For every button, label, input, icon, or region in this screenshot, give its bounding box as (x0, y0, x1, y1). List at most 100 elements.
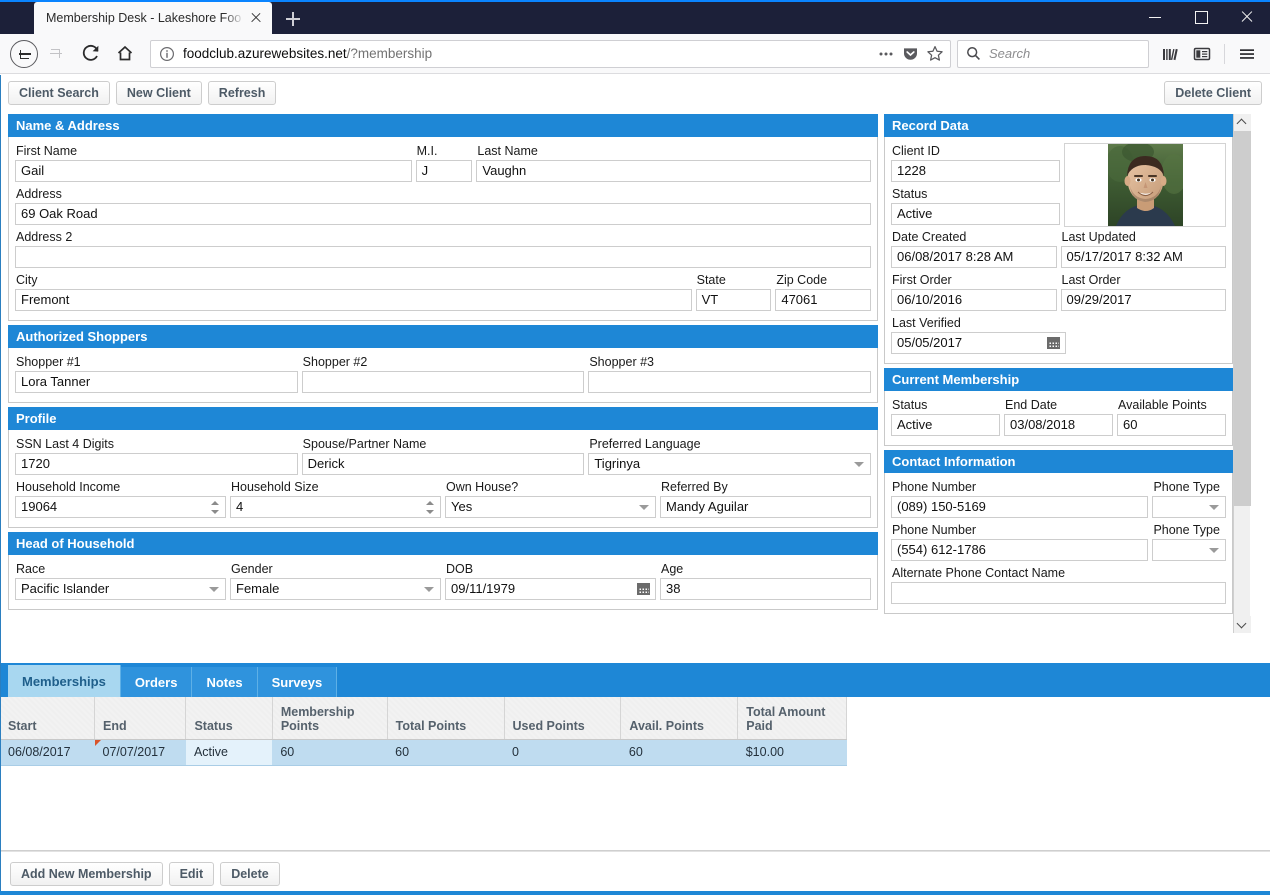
stepper-up-icon[interactable] (211, 501, 219, 505)
bookmark-star-icon[interactable] (926, 45, 944, 62)
home-button[interactable] (110, 38, 142, 70)
input-membership-status[interactable]: Active (891, 414, 1000, 436)
calendar-icon[interactable] (1047, 337, 1060, 349)
minimize-icon[interactable] (1132, 0, 1178, 34)
table-row[interactable]: 06/08/2017 07/07/2017 Active 60 60 0 60 … (0, 739, 847, 766)
section-title-authorized-shoppers: Authorized Shoppers (8, 325, 878, 348)
browser-tab[interactable]: Membership Desk - Lakeshore Foo (34, 2, 272, 34)
cell-membership-points[interactable]: 60 (272, 739, 388, 766)
cell-used-points[interactable]: 0 (504, 739, 621, 766)
maximize-icon[interactable] (1178, 0, 1224, 34)
input-shopper3[interactable] (588, 371, 872, 393)
input-ssn[interactable]: 1720 (15, 453, 298, 475)
section-head-of-household: Head of Household Race Pacific Islander (8, 532, 878, 610)
stepper-household-income[interactable]: 19064 (15, 496, 226, 518)
input-alt-contact-name[interactable] (891, 582, 1226, 604)
url-bar[interactable]: foodclub.azurewebsites.net/?membership (150, 39, 951, 68)
reload-button[interactable] (76, 38, 108, 70)
input-address[interactable]: 69 Oak Road (15, 203, 871, 225)
select-preferred-language[interactable]: Tigrinya (588, 453, 872, 475)
input-date-created[interactable]: 06/08/2017 8:28 AM (891, 246, 1057, 268)
input-first-order[interactable]: 06/10/2016 (891, 289, 1057, 311)
input-mi[interactable]: J (415, 160, 473, 182)
client-search-button[interactable]: Client Search (8, 80, 110, 105)
col-status[interactable]: Status (185, 697, 273, 740)
add-new-membership-button[interactable]: Add New Membership (10, 861, 163, 886)
pocket-icon[interactable] (902, 45, 919, 62)
refresh-button[interactable]: Refresh (207, 80, 277, 105)
library-button[interactable] (1155, 39, 1185, 69)
edit-button[interactable]: Edit (168, 861, 215, 886)
col-total-amount-paid[interactable]: Total Amount Paid (737, 697, 847, 740)
input-shopper1[interactable]: Lora Tanner (15, 371, 298, 393)
col-membership-points[interactable]: Membership Points (272, 697, 388, 740)
col-avail-points[interactable]: Avail. Points (620, 697, 739, 740)
stepper-up-icon[interactable] (426, 501, 434, 505)
input-shopper2[interactable] (301, 371, 585, 393)
datepicker-dob[interactable]: 09/11/1979 (445, 578, 656, 600)
tab-notes[interactable]: Notes (192, 667, 258, 697)
cell-start[interactable]: 06/08/2017 (0, 739, 95, 766)
col-start[interactable]: Start (0, 697, 95, 740)
col-total-points[interactable]: Total Points (387, 697, 505, 740)
close-window-icon[interactable] (1224, 0, 1270, 34)
cell-avail-points[interactable]: 60 (620, 739, 738, 766)
select-race[interactable]: Pacific Islander (15, 578, 226, 600)
delete-button[interactable]: Delete (220, 861, 280, 886)
input-age[interactable]: 38 (660, 578, 871, 600)
new-tab-button[interactable] (278, 4, 308, 34)
url-bar-icons (877, 45, 944, 62)
input-last-order[interactable]: 09/29/2017 (1060, 289, 1226, 311)
search-bar[interactable]: Search (957, 39, 1149, 68)
right-panel-scrollbar[interactable] (1233, 114, 1251, 633)
select-own-house[interactable]: Yes (445, 496, 656, 518)
tab-memberships[interactable]: Memberships (8, 665, 121, 697)
input-phone-1[interactable]: (089) 150-5169 (891, 496, 1149, 518)
cell-total-points[interactable]: 60 (387, 739, 505, 766)
select-gender[interactable]: Female (230, 578, 441, 600)
menu-button[interactable] (1232, 39, 1262, 69)
label-spouse: Spouse/Partner Name (302, 437, 427, 451)
delete-client-button[interactable]: Delete Client (1164, 80, 1262, 105)
select-phone-type-1[interactable] (1152, 496, 1226, 518)
calendar-icon[interactable] (637, 583, 650, 595)
cell-status[interactable]: Active (185, 739, 273, 766)
input-zip[interactable]: 47061 (775, 289, 871, 311)
stepper-down-icon[interactable] (426, 510, 434, 514)
input-record-status[interactable]: Active (891, 203, 1060, 225)
input-spouse[interactable]: Derick (301, 453, 585, 475)
input-phone-2[interactable]: (554) 612-1786 (891, 539, 1149, 561)
label-shopper3: Shopper #3 (589, 355, 654, 369)
input-address2[interactable] (15, 246, 871, 268)
stepper-down-icon[interactable] (211, 510, 219, 514)
datepicker-last-verified[interactable]: 05/05/2017 (891, 332, 1066, 354)
scrollbar-thumb[interactable] (1234, 131, 1251, 506)
back-button[interactable] (8, 38, 40, 70)
scroll-up-button[interactable] (1234, 114, 1251, 131)
input-city[interactable]: Fremont (15, 289, 692, 311)
tab-surveys[interactable]: Surveys (257, 667, 338, 697)
input-state[interactable]: VT (695, 289, 772, 311)
new-client-button[interactable]: New Client (115, 80, 202, 105)
forward-button[interactable] (42, 38, 74, 70)
input-client-id[interactable]: 1228 (891, 160, 1060, 182)
input-last-name[interactable]: Vaughn (476, 160, 871, 182)
tab-orders[interactable]: Orders (120, 667, 193, 697)
col-end[interactable]: End (94, 697, 187, 740)
input-referred-by[interactable]: Mandy Aguilar (660, 496, 871, 518)
scroll-down-button[interactable] (1234, 616, 1251, 633)
field-gender: Gender Female (230, 559, 441, 602)
label-last-order: Last Order (1061, 273, 1121, 287)
stepper-household-size[interactable]: 4 (230, 496, 441, 518)
close-tab-icon[interactable] (248, 10, 264, 26)
cell-total-amount-paid[interactable]: $10.00 (737, 739, 847, 766)
col-used-points[interactable]: Used Points (504, 697, 622, 740)
input-membership-end-date[interactable]: 03/08/2018 (1004, 414, 1113, 436)
more-options-icon[interactable] (877, 46, 895, 62)
input-last-updated[interactable]: 05/17/2017 8:32 AM (1060, 246, 1226, 268)
select-phone-type-2[interactable] (1152, 539, 1226, 561)
input-first-name[interactable]: Gail (15, 160, 412, 182)
sidebar-button[interactable] (1187, 39, 1217, 69)
input-available-points[interactable]: 60 (1117, 414, 1226, 436)
cell-end[interactable]: 07/07/2017 (94, 739, 186, 766)
